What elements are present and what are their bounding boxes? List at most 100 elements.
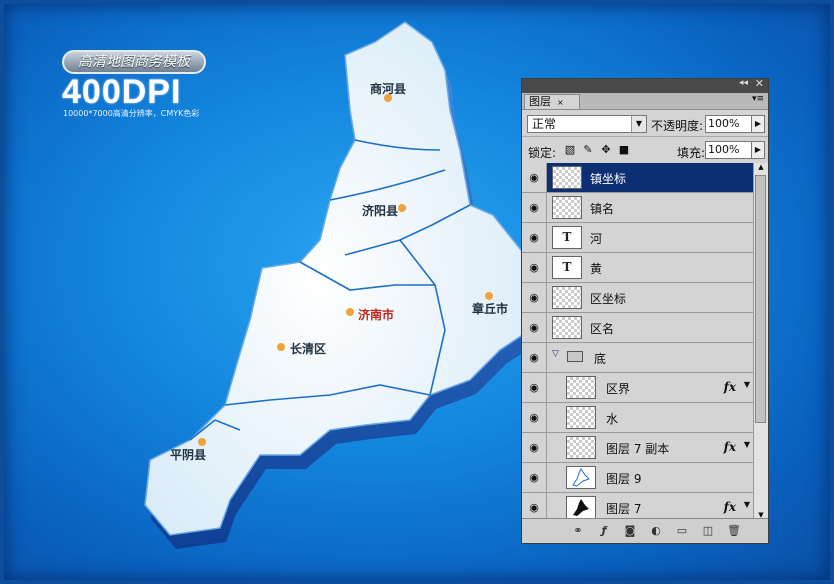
layer-row[interactable]: ◉ 图层 7 fx ▼ bbox=[522, 493, 754, 519]
blend-mode-select[interactable]: 正常 ▼ bbox=[527, 115, 647, 133]
panel-tab-row: 图层 × ▾≡ bbox=[522, 93, 768, 110]
visibility-eye-icon[interactable]: ◉ bbox=[522, 343, 547, 372]
add-layer-style-icon[interactable]: ƒ bbox=[596, 523, 612, 539]
chevron-down-icon[interactable]: ▼ bbox=[744, 380, 750, 389]
map-silhouette-thumbnail-icon bbox=[573, 499, 589, 516]
layer-row[interactable]: ◉ T 河 bbox=[522, 223, 754, 253]
layer-name: 底 bbox=[594, 352, 607, 366]
layer-thumbnail bbox=[566, 406, 596, 429]
layer-row[interactable]: ◉ 水 bbox=[522, 403, 754, 433]
trash-icon[interactable]: 🗑 bbox=[726, 523, 742, 539]
expand-triangle-icon[interactable]: ▽ bbox=[552, 349, 559, 359]
adjustment-layer-icon[interactable]: ◐ bbox=[648, 523, 664, 539]
link-layers-icon[interactable]: ⚭ bbox=[570, 523, 586, 539]
visibility-eye-icon[interactable]: ◉ bbox=[522, 433, 547, 462]
city-label-shanghe: 商河县 bbox=[370, 82, 407, 96]
folder-icon bbox=[567, 351, 583, 362]
chevron-down-icon[interactable]: ▼ bbox=[744, 500, 750, 509]
lock-image-brush-icon[interactable]: ✎ bbox=[582, 144, 594, 156]
chevron-down-icon[interactable]: ▼ bbox=[631, 116, 646, 132]
visibility-eye-icon[interactable]: ◉ bbox=[522, 373, 547, 402]
add-mask-icon[interactable]: ◙ bbox=[622, 523, 638, 539]
blend-mode-value: 正常 bbox=[532, 117, 557, 131]
text-layer-thumbnail-icon: T bbox=[552, 226, 582, 249]
layer-thumbnail bbox=[566, 376, 596, 399]
layer-name: 区名 bbox=[590, 322, 615, 336]
lock-transparent-icon[interactable]: ▧ bbox=[564, 144, 576, 156]
lock-position-move-icon[interactable]: ✥ bbox=[600, 144, 612, 156]
layer-row[interactable]: ◉ T 黄 bbox=[522, 253, 754, 283]
layer-name: 图层 7 bbox=[606, 502, 642, 516]
layer-thumbnail bbox=[566, 496, 596, 519]
visibility-eye-icon[interactable]: ◉ bbox=[522, 283, 547, 312]
text-layer-thumbnail-icon: T bbox=[552, 256, 582, 279]
layers-scrollbar[interactable]: ▲ ▼ bbox=[753, 163, 768, 519]
layer-row[interactable]: ◉ 图层 7 副本 fx ▼ bbox=[522, 433, 754, 463]
layer-name: 黄 bbox=[590, 262, 603, 276]
layer-name: 图层 9 bbox=[606, 472, 642, 486]
visibility-eye-icon[interactable]: ◉ bbox=[522, 193, 547, 222]
tab-layers[interactable]: 图层 × bbox=[524, 94, 580, 109]
opacity-label: 不透明度: bbox=[651, 119, 704, 133]
city-label-jiyang: 济阳县 bbox=[362, 204, 399, 218]
city-label-pingyin: 平阴县 bbox=[170, 448, 207, 462]
city-label-zhangqiu: 章丘市 bbox=[472, 302, 509, 316]
scroll-up-icon[interactable]: ▲ bbox=[754, 163, 768, 171]
layer-thumbnail bbox=[552, 196, 582, 219]
panel-menu-icon[interactable]: ▾≡ bbox=[752, 94, 764, 104]
fill-slider-button[interactable]: ▶ bbox=[751, 141, 765, 159]
layer-row[interactable]: ◉ 图层 9 bbox=[522, 463, 754, 493]
visibility-eye-icon[interactable]: ◉ bbox=[522, 223, 547, 252]
layer-group-row[interactable]: ◉ ▽ 底 bbox=[522, 343, 754, 373]
layer-row[interactable]: ◉ 镇坐标 bbox=[522, 163, 754, 193]
lock-row: 锁定: ▧ ✎ ✥ ■ 填充: 100% ▶ bbox=[522, 136, 768, 163]
new-group-folder-icon[interactable]: ▭ bbox=[674, 523, 690, 539]
layer-name: 区界 bbox=[606, 382, 631, 396]
blend-row: 正常 ▼ 不透明度: 100% ▶ bbox=[522, 110, 768, 136]
opacity-input[interactable]: 100% bbox=[705, 115, 753, 133]
visibility-eye-icon[interactable]: ◉ bbox=[522, 493, 547, 519]
new-layer-icon[interactable]: ◫ bbox=[700, 523, 716, 539]
fill-label: 填充: bbox=[677, 146, 706, 160]
layer-name: 镇坐标 bbox=[590, 172, 627, 186]
fx-icon[interactable]: fx bbox=[724, 380, 736, 394]
visibility-eye-icon[interactable]: ◉ bbox=[522, 403, 547, 432]
layer-row[interactable]: ◉ 区坐标 bbox=[522, 283, 754, 313]
close-icon[interactable]: ✕ bbox=[755, 77, 764, 90]
visibility-eye-icon[interactable]: ◉ bbox=[522, 463, 547, 492]
fx-icon[interactable]: fx bbox=[724, 500, 736, 514]
panel-titlebar[interactable]: ◂◂ ✕ bbox=[522, 77, 768, 93]
scrollbar-thumb[interactable] bbox=[755, 175, 766, 423]
layer-thumbnail bbox=[552, 166, 582, 189]
fx-icon[interactable]: fx bbox=[724, 440, 736, 454]
collapse-icon[interactable]: ◂◂ bbox=[739, 78, 748, 88]
layer-thumbnail bbox=[552, 286, 582, 309]
visibility-eye-icon[interactable]: ◉ bbox=[522, 313, 547, 342]
lock-label: 锁定: bbox=[528, 146, 557, 160]
layer-list: ◉ 镇坐标 ◉ 镇名 ◉ T 河 ◉ T 黄 ◉ 区坐标 ◉ 区名 ◉ ▽ 底 … bbox=[522, 163, 754, 519]
visibility-eye-icon[interactable]: ◉ bbox=[522, 163, 547, 192]
city-label-changqing: 长清区 bbox=[290, 342, 327, 356]
layer-name: 水 bbox=[606, 412, 619, 426]
visibility-eye-icon[interactable]: ◉ bbox=[522, 253, 547, 282]
layer-row[interactable]: ◉ 区名 bbox=[522, 313, 754, 343]
lock-all-icon[interactable]: ■ bbox=[618, 144, 630, 156]
layers-panel: ◂◂ ✕ 图层 × ▾≡ 正常 ▼ 不透明度: 100% ▶ 锁定: ▧ ✎ ✥ … bbox=[521, 77, 769, 544]
chevron-down-icon[interactable]: ▼ bbox=[744, 440, 750, 449]
layer-thumbnail bbox=[566, 466, 596, 489]
layer-thumbnail bbox=[552, 316, 582, 339]
map-outline-thumbnail-icon bbox=[572, 468, 590, 487]
layer-name: 图层 7 副本 bbox=[606, 442, 670, 456]
layers-panel-footer: ⚭ ƒ ◙ ◐ ▭ ◫ 🗑 bbox=[522, 518, 768, 543]
layer-name: 区坐标 bbox=[590, 292, 627, 306]
layer-row[interactable]: ◉ 镇名 bbox=[522, 193, 754, 223]
city-label-jinan: 济南市 bbox=[358, 308, 395, 322]
layer-thumbnail bbox=[566, 436, 596, 459]
layer-name: 河 bbox=[590, 232, 603, 246]
layer-name: 镇名 bbox=[590, 202, 615, 216]
opacity-slider-button[interactable]: ▶ bbox=[751, 115, 765, 133]
fill-input[interactable]: 100% bbox=[705, 141, 753, 159]
layer-row[interactable]: ◉ 区界 fx ▼ bbox=[522, 373, 754, 403]
tab-layers-label: 图层 bbox=[529, 95, 551, 108]
tab-close-icon[interactable]: × bbox=[557, 98, 564, 107]
